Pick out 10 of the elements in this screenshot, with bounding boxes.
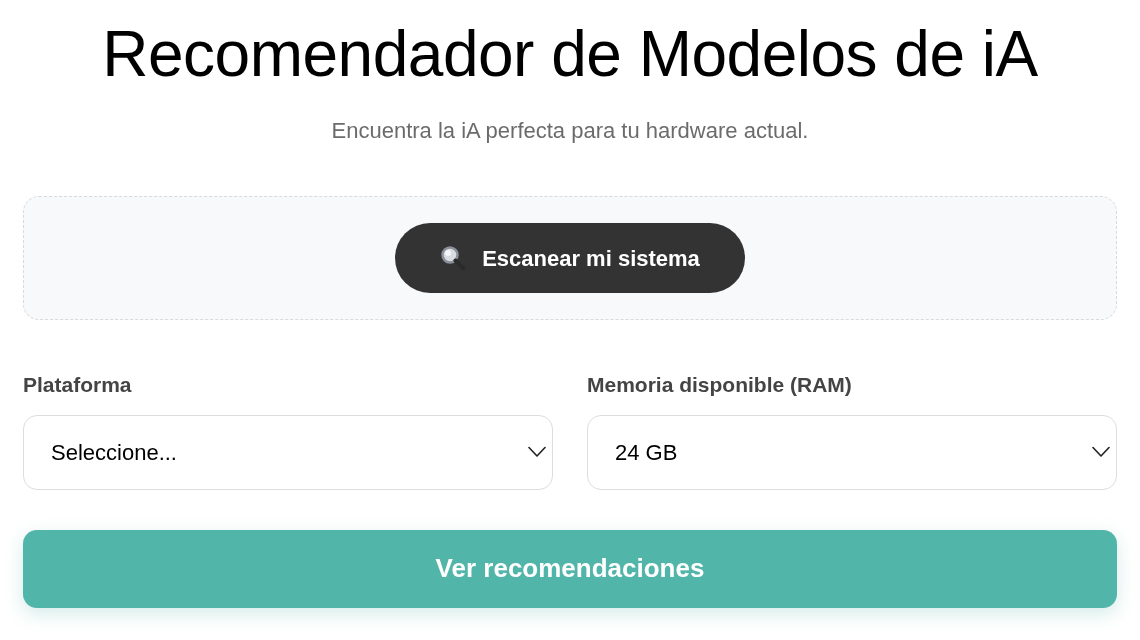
page-title: Recomendador de Modelos de iA: [101, 22, 1039, 86]
field-label: Memoria disponible (RAM): [587, 372, 853, 398]
field-label: Plataforma: [23, 372, 133, 398]
scan-system-button[interactable]: Escanear mi sistema: [395, 223, 745, 294]
magnifier-icon: [440, 245, 467, 272]
chevron-down-icon: [528, 445, 546, 458]
chevron-down-icon: [1092, 445, 1110, 458]
page-subtitle: Encuentra la iA perfecta para tu hardware actual.: [330, 118, 810, 145]
dropdown-field[interactable]: Seleccione...: [23, 414, 553, 490]
dropdown-field[interactable]: 24 GB: [587, 414, 1117, 490]
